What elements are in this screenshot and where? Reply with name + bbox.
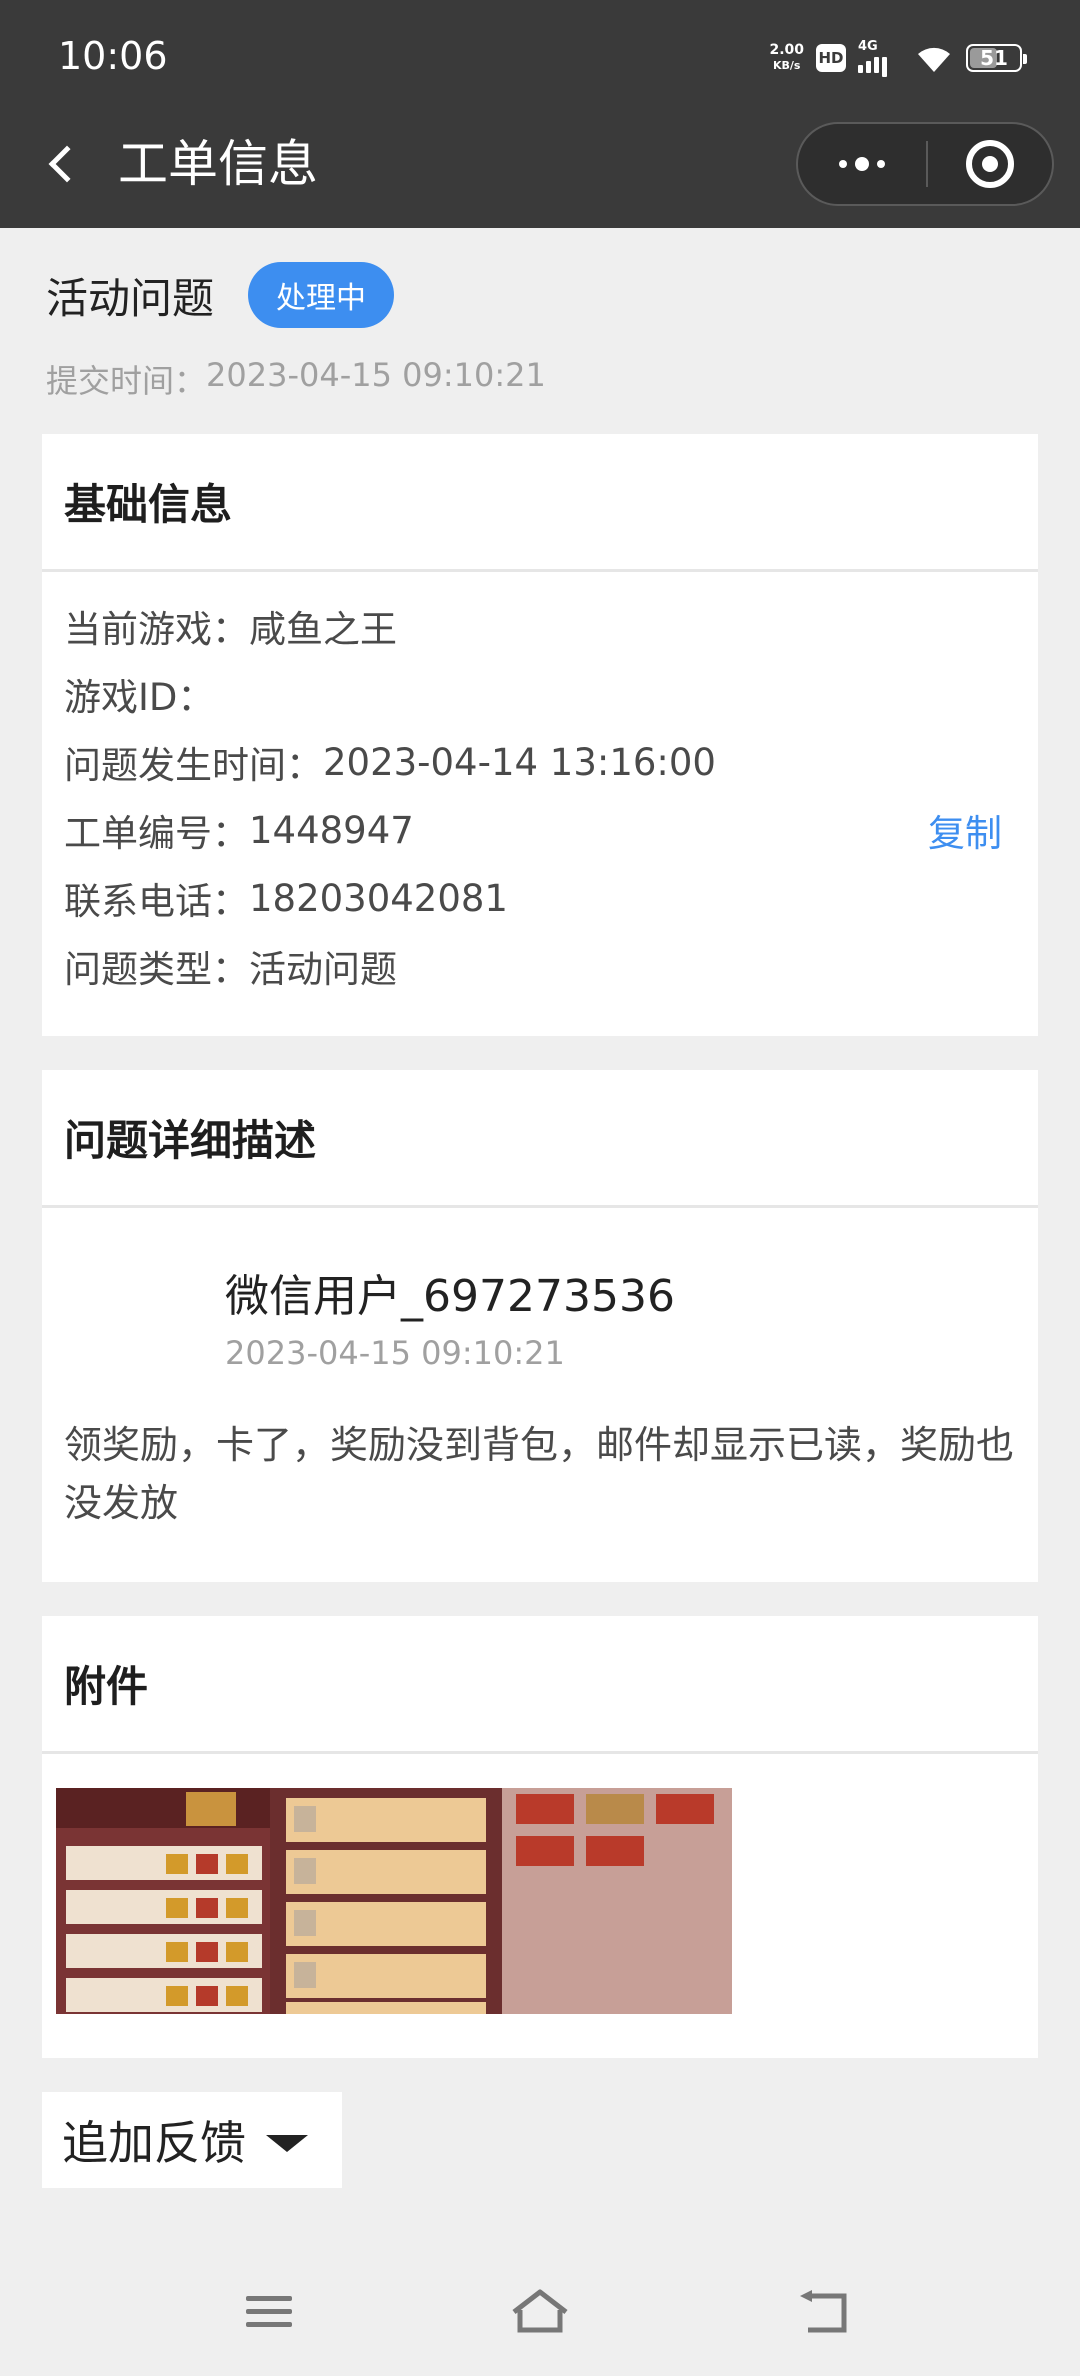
add-feedback-button[interactable]: 追加反馈: [42, 2092, 342, 2188]
chevron-left-icon: [48, 145, 86, 183]
attachments-card: 附件: [42, 1616, 1038, 2058]
info-row-ticket-number: 工单编号： 1448947 复制: [64, 796, 1016, 864]
close-button[interactable]: [928, 124, 1052, 204]
status-time: 10:06: [58, 34, 168, 78]
info-row-issue-type: 问题类型： 活动问题: [64, 932, 1016, 1000]
ticket-title: 活动问题: [46, 273, 215, 323]
description-card: 问题详细描述 微信用户_697273536 2023-04-15 09:10:2…: [42, 1070, 1038, 1582]
system-nav-bar: [0, 2240, 1080, 2376]
status-badge: 处理中: [248, 262, 395, 328]
info-label: 问题类型：: [64, 948, 249, 991]
basic-info-card: 基础信息 当前游戏： 咸鱼之王 游戏ID： 问题发生时间： 2023-04-14…: [42, 434, 1038, 1036]
info-label: 工单编号：: [64, 812, 249, 855]
avatar: [64, 1248, 204, 1358]
submit-time-value: 2023-04-15 09:10:21: [206, 356, 546, 394]
attachment-thumbnail[interactable]: [56, 1788, 732, 2014]
back-nav-icon[interactable]: [794, 2288, 858, 2336]
attachments-heading: 附件: [42, 1616, 1038, 1754]
submit-time-row: 提交时间： 2023-04-15 09:10:21: [46, 356, 546, 402]
info-value: 18203042081: [249, 876, 508, 920]
battery-level: 51: [980, 46, 1008, 70]
more-dots-icon: [839, 160, 847, 168]
attachment-image: [56, 1788, 732, 2014]
menu-icon[interactable]: [238, 2288, 302, 2336]
hd-icon: HD: [816, 44, 846, 72]
ticket-header: 活动问题 处理中: [46, 262, 395, 328]
info-row-game-id: 游戏ID：: [64, 660, 1016, 728]
info-label: 联系电话：: [64, 880, 249, 923]
info-row-occur-time: 问题发生时间： 2023-04-14 13:16:00: [64, 728, 1016, 796]
description-text: 领奖励，卡了，奖励没到背包，邮件却显示已读，奖励也没发放: [64, 1423, 1015, 1525]
info-row-phone: 联系电话： 18203042081: [64, 864, 1016, 932]
top-bar: 10:06 2.00 KB/s HD 4G 51 工单信息: [0, 0, 1080, 228]
info-row-game: 当前游戏： 咸鱼之王: [64, 592, 1016, 660]
network-speed: 2.00 KB/s: [769, 43, 804, 73]
mini-program-capsule: [796, 122, 1054, 206]
more-dots-icon-center: [855, 157, 869, 171]
info-label: 问题发生时间：: [64, 744, 323, 787]
basic-info-list: 当前游戏： 咸鱼之王 游戏ID： 问题发生时间： 2023-04-14 13:1…: [42, 572, 1038, 1000]
add-feedback-label: 追加反馈: [62, 2116, 246, 2170]
wifi-icon: [918, 47, 950, 72]
user-name: 微信用户_697273536: [225, 1271, 675, 1322]
page-title: 工单信息: [118, 135, 318, 193]
more-button[interactable]: [798, 124, 926, 204]
info-label: 当前游戏：: [64, 608, 249, 651]
home-icon[interactable]: [508, 2288, 572, 2336]
status-icons: 2.00 KB/s HD 4G 51: [769, 38, 1027, 78]
network-type: 4G: [858, 39, 878, 54]
user-block: 微信用户_697273536 2023-04-15 09:10:21: [42, 1208, 1038, 1386]
description-time: 2023-04-15 09:10:21: [225, 1334, 565, 1372]
submit-time-label: 提交时间：: [46, 362, 207, 400]
info-value: 活动问题: [249, 948, 397, 991]
copy-button[interactable]: 复制: [928, 803, 1002, 857]
info-value: 咸鱼之王: [249, 608, 397, 651]
caret-down-icon: [266, 2134, 308, 2152]
network-speed-unit: KB/s: [772, 59, 801, 72]
cellular-signal-icon: 4G: [858, 39, 902, 77]
info-label: 游戏ID：: [64, 676, 215, 719]
more-dots-icon-right: [877, 160, 885, 168]
target-ring-icon: [966, 140, 1014, 188]
info-value: 1448947: [249, 808, 414, 852]
basic-info-heading: 基础信息: [42, 434, 1038, 572]
battery-icon: 51: [966, 44, 1027, 72]
network-speed-value: 2.00: [769, 42, 804, 58]
description-heading: 问题详细描述: [42, 1070, 1038, 1208]
info-value: 2023-04-14 13:16:00: [323, 740, 716, 784]
back-button[interactable]: [40, 132, 86, 196]
